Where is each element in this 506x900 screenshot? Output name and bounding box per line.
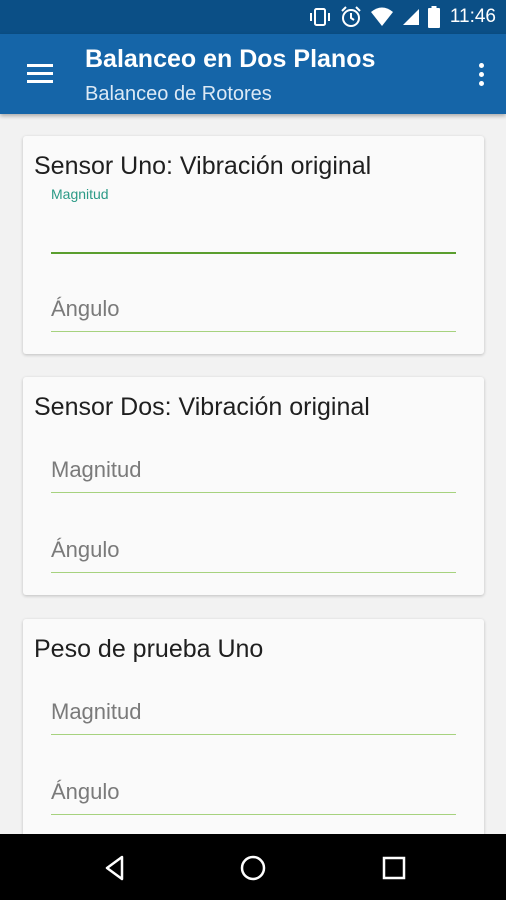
app-subtitle: Balanceo de Rotores bbox=[85, 83, 272, 105]
field-label: Magnitud bbox=[51, 186, 109, 202]
field-underline bbox=[51, 331, 456, 332]
battery-icon bbox=[427, 6, 440, 28]
recents-icon[interactable] bbox=[377, 851, 411, 885]
signal-icon bbox=[402, 8, 420, 26]
field-label: Ángulo bbox=[51, 537, 120, 562]
card-title: Sensor Dos: Vibración original bbox=[34, 393, 370, 421]
card-sensor-uno: Sensor Uno: Vibración original Magnitud … bbox=[23, 136, 484, 354]
angle-input-sensor-dos[interactable]: Ángulo bbox=[51, 527, 456, 577]
field-label: Magnitud bbox=[51, 457, 142, 482]
more-vert-icon[interactable] bbox=[474, 60, 488, 90]
angle-input-peso-uno[interactable]: Ángulo bbox=[51, 769, 456, 819]
field-underline bbox=[51, 252, 456, 254]
wifi-icon bbox=[370, 7, 394, 27]
magnitude-input-peso-uno[interactable]: Magnitud bbox=[51, 689, 456, 739]
app-bar: Balanceo en Dos Planos Balanceo de Rotor… bbox=[0, 34, 506, 114]
navigation-bar bbox=[0, 834, 506, 900]
card-title: Peso de prueba Uno bbox=[34, 635, 264, 663]
status-bar: 11:46 bbox=[0, 0, 506, 34]
hamburger-menu-icon[interactable] bbox=[16, 58, 56, 90]
magnitude-input-sensor-dos[interactable]: Magnitud bbox=[51, 447, 456, 497]
form-content[interactable]: Sensor Uno: Vibración original Magnitud … bbox=[0, 114, 506, 834]
angle-input-sensor-uno[interactable]: Ángulo bbox=[51, 286, 456, 336]
card-title: Sensor Uno: Vibración original bbox=[34, 152, 372, 180]
field-underline bbox=[51, 734, 456, 735]
magnitude-input-sensor-uno[interactable]: Magnitud bbox=[51, 186, 456, 258]
home-icon[interactable] bbox=[236, 851, 270, 885]
field-label: Ángulo bbox=[51, 296, 120, 321]
card-sensor-dos: Sensor Dos: Vibración original Magnitud … bbox=[23, 377, 484, 595]
back-icon[interactable] bbox=[98, 851, 132, 885]
field-label: Ángulo bbox=[51, 779, 120, 804]
field-underline bbox=[51, 814, 456, 815]
status-time: 11:46 bbox=[449, 6, 496, 27]
alarm-icon bbox=[340, 6, 362, 28]
field-underline bbox=[51, 572, 456, 573]
vibrate-icon bbox=[308, 7, 332, 27]
field-underline bbox=[51, 492, 456, 493]
card-peso-prueba-uno: Peso de prueba Uno Magnitud Ángulo bbox=[23, 619, 484, 834]
app-title: Balanceo en Dos Planos bbox=[85, 45, 376, 73]
field-label: Magnitud bbox=[51, 699, 142, 724]
